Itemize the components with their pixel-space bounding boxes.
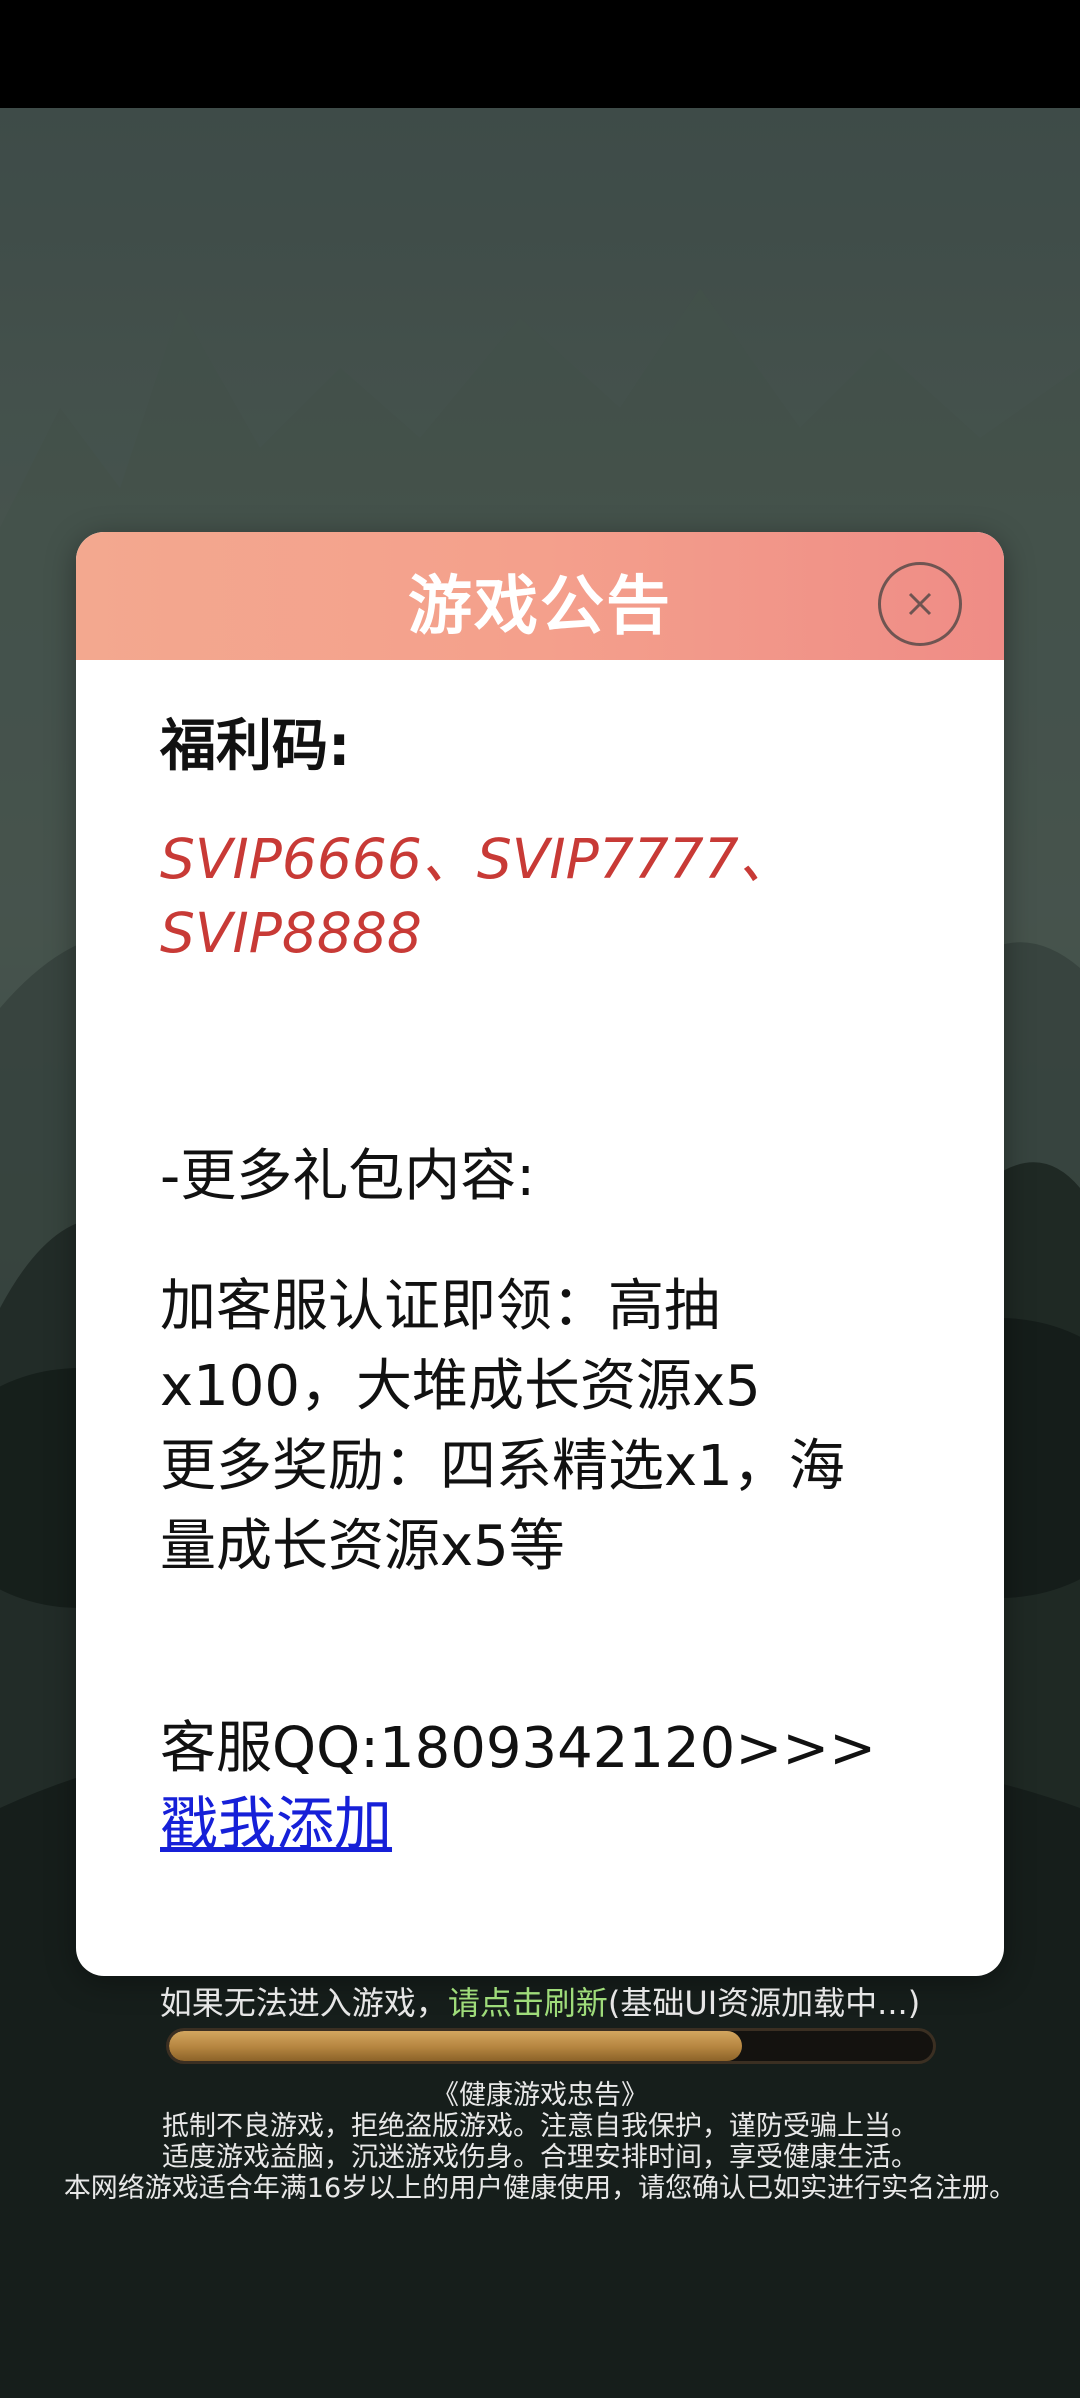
reward-line: 更多奖励：四系精选x1，海 bbox=[160, 1434, 845, 1499]
reward-line: 量成长资源x5等 bbox=[160, 1514, 565, 1579]
welfare-codes: SVIP6666、SVIP7777、 SVIP8888 bbox=[160, 822, 960, 970]
dialog-title: 游戏公告 bbox=[408, 570, 672, 644]
announcement-dialog: 游戏公告 福利码: SVIP6666、SVIP7777、 SVIP8888 -更… bbox=[76, 532, 1004, 1976]
add-contact-link[interactable]: 戳我添加 bbox=[160, 1787, 392, 1861]
health-advisory-line: 抵制不良游戏，拒绝盗版游戏。注意自我保护，谨防受骗上当。 bbox=[162, 2111, 918, 2142]
more-gifts-heading: -更多礼包内容: bbox=[160, 1144, 536, 1209]
loading-hint-prefix: 如果无法进入游戏， bbox=[159, 1984, 448, 2022]
close-icon bbox=[908, 592, 932, 616]
loading-hint: 如果无法进入游戏，请点击刷新(基础UI资源加载中...) bbox=[0, 1978, 1080, 2028]
health-advisory-title: 《健康游戏忠告》 bbox=[432, 2080, 648, 2111]
reward-line: x100，大堆成长资源x5 bbox=[160, 1354, 761, 1419]
codes-line-1: SVIP6666、SVIP7777、 bbox=[160, 827, 794, 891]
customer-service-qq: 客服QQ:1809342120>>> bbox=[160, 1716, 877, 1781]
welfare-code-heading: 福利码: bbox=[160, 714, 351, 779]
progress-fill bbox=[169, 2031, 742, 2061]
status-bar bbox=[0, 0, 1080, 108]
health-advisory-line: 本网络游戏适合年满16岁以上的用户健康使用，请您确认已如实进行实名注册。 bbox=[63, 2173, 1017, 2204]
loading-progress-bar bbox=[166, 2028, 936, 2064]
close-button[interactable] bbox=[878, 562, 962, 646]
codes-line-2: SVIP8888 bbox=[160, 901, 422, 965]
loading-hint-suffix: (基础UI资源加载中...) bbox=[607, 1984, 921, 2022]
refresh-link[interactable]: 请点击刷新 bbox=[448, 1984, 608, 2022]
health-advisory-line: 适度游戏益脑，沉迷游戏伤身。合理安排时间，享受健康生活。 bbox=[162, 2142, 918, 2173]
reward-line: 加客服认证即领：高抽 bbox=[160, 1274, 720, 1339]
